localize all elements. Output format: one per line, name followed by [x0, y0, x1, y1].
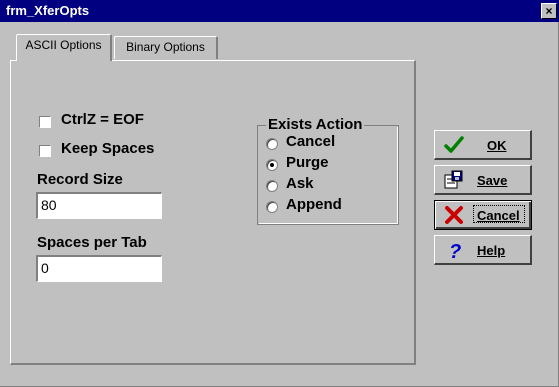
checkmark-icon	[444, 136, 464, 153]
spaces-per-tab-value: 0	[41, 260, 49, 276]
record-size-label: Record Size	[37, 171, 123, 188]
ascii-options-panel: CtrlZ = EOF Keep Spaces Record Size 80 S…	[10, 60, 416, 365]
tab-ascii-options[interactable]: ASCII Options	[16, 34, 112, 61]
ok-button-label: OK	[487, 138, 507, 153]
radio-append[interactable]	[266, 201, 278, 213]
save-button-label: Save	[477, 173, 508, 188]
title-bar[interactable]: frm_XferOpts ×	[0, 0, 559, 22]
radio-cancel[interactable]	[266, 138, 278, 150]
help-button[interactable]: ? Help	[434, 235, 532, 265]
save-icon	[444, 170, 463, 189]
radio-ask[interactable]	[266, 180, 278, 192]
save-button[interactable]: Save	[434, 165, 532, 195]
record-size-value: 80	[41, 197, 57, 213]
svg-text:?: ?	[449, 241, 461, 260]
question-icon: ?	[449, 241, 461, 260]
cancel-button-label: Cancel	[477, 208, 520, 223]
exists-action-group: Exists Action Cancel Purge Ask Append	[257, 116, 399, 225]
radio-cancel-label[interactable]: Cancel	[286, 133, 335, 150]
close-icon: ×	[545, 4, 553, 18]
tab-binary-options[interactable]: Binary Options	[114, 36, 218, 59]
radio-ask-label[interactable]: Ask	[286, 175, 314, 192]
spaces-per-tab-input[interactable]: 0	[36, 255, 162, 282]
keep-spaces-checkbox[interactable]	[39, 145, 51, 157]
cancel-button[interactable]: Cancel	[434, 200, 532, 230]
dialog-window: frm_XferOpts × ASCII Options Binary Opti…	[0, 0, 559, 387]
spaces-per-tab-label: Spaces per Tab	[37, 234, 147, 251]
radio-purge-label[interactable]: Purge	[286, 154, 329, 171]
exists-action-legend: Exists Action	[266, 116, 365, 133]
ok-button[interactable]: OK	[434, 130, 532, 160]
x-cancel-icon	[445, 206, 463, 224]
keep-spaces-label[interactable]: Keep Spaces	[61, 140, 154, 157]
ctrlz-eof-label[interactable]: CtrlZ = EOF	[61, 111, 144, 128]
tab-ascii-options-label: ASCII Options	[25, 38, 102, 52]
record-size-input[interactable]: 80	[36, 192, 162, 219]
window-title: frm_XferOpts	[6, 3, 90, 18]
radio-append-label[interactable]: Append	[286, 196, 342, 213]
radio-purge[interactable]	[266, 159, 278, 171]
help-button-label: Help	[477, 243, 506, 258]
close-button[interactable]: ×	[541, 3, 557, 19]
tab-binary-options-label: Binary Options	[126, 40, 205, 54]
ctrlz-eof-checkbox[interactable]	[39, 116, 51, 128]
